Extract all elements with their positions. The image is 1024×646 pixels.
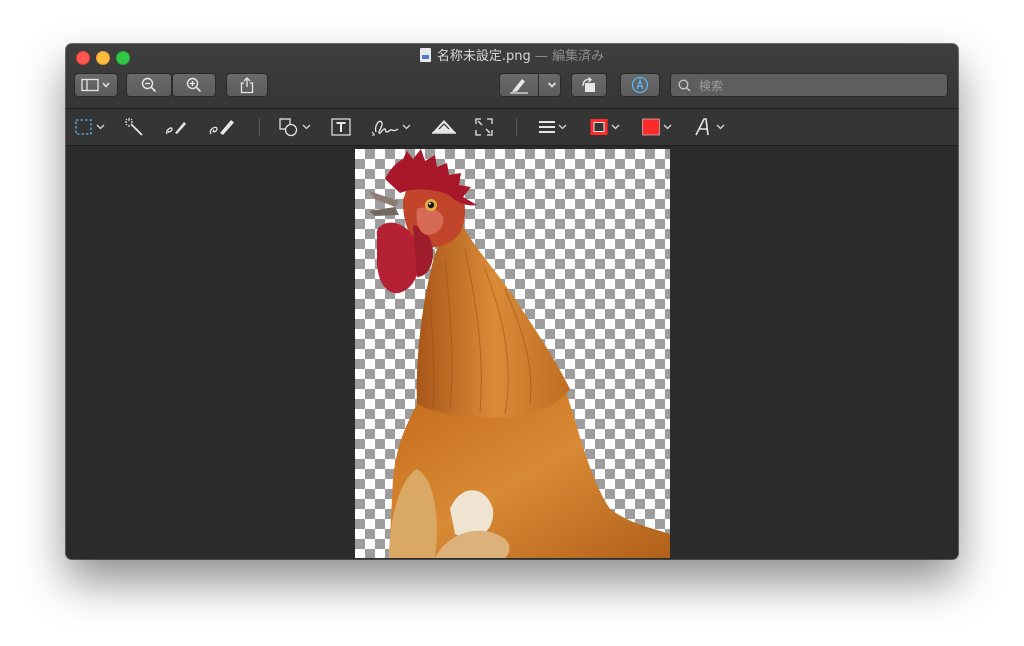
signature-icon <box>371 120 399 136</box>
image-canvas <box>66 146 958 559</box>
adjust-color-icon <box>432 120 456 134</box>
sketch-icon <box>166 122 186 135</box>
search-input[interactable] <box>697 76 941 96</box>
rectangular-selection-icon <box>75 119 92 135</box>
shapes-tool[interactable] <box>278 116 311 138</box>
line-style-icon <box>539 121 555 133</box>
instant-alpha-icon <box>125 118 143 136</box>
rotate-button[interactable] <box>571 73 607 97</box>
fill-color-tool[interactable] <box>641 116 672 138</box>
share-button[interactable] <box>226 73 268 97</box>
highlight-button[interactable] <box>499 73 561 97</box>
window-title: 名称未設定.png — 編集済み <box>66 48 958 66</box>
rotate-left-icon <box>582 76 595 92</box>
document-icon <box>419 48 431 62</box>
zoom-out-button[interactable] <box>126 73 172 97</box>
adjust-color-tool[interactable] <box>430 116 458 138</box>
instant-alpha-tool[interactable] <box>124 116 146 138</box>
zoom-in-icon <box>186 77 202 93</box>
text-box-icon <box>331 118 351 136</box>
chevron-down-icon <box>96 124 105 130</box>
border-color-icon <box>590 119 608 135</box>
selection-tool[interactable] <box>74 116 105 138</box>
title-bar: 名称未設定.png — 編集済み <box>66 44 958 109</box>
chevron-down-icon[interactable] <box>547 81 557 89</box>
chevron-down-icon <box>558 124 567 130</box>
text-style-icon <box>695 118 709 136</box>
sidebar-icon <box>81 78 110 92</box>
highlighter-icon <box>510 79 528 94</box>
text-tool[interactable] <box>330 116 352 138</box>
markup-toolbar <box>66 109 958 146</box>
chevron-down-icon <box>302 124 311 130</box>
search-icon <box>678 79 691 92</box>
shapes-icon <box>279 118 298 137</box>
search-field[interactable] <box>670 73 948 97</box>
sketch-tool[interactable] <box>164 116 190 138</box>
adjust-size-tool[interactable] <box>474 116 494 138</box>
preview-window: 名称未設定.png — 編集済み <box>66 44 958 559</box>
zoom-in-button[interactable] <box>172 73 216 97</box>
signature-tool[interactable] <box>370 116 411 138</box>
chevron-down-icon <box>611 124 620 130</box>
markup-icon <box>631 76 649 94</box>
markup-toolbar-button[interactable] <box>620 73 660 97</box>
toolbar-separator <box>516 118 517 136</box>
adjust-size-icon <box>475 118 493 136</box>
chevron-down-icon <box>402 124 411 130</box>
rooster-image <box>369 149 670 558</box>
zoom-out-icon <box>141 77 157 93</box>
chevron-down-icon <box>663 124 672 130</box>
fill-color-icon <box>642 118 660 136</box>
text-style-tool[interactable] <box>694 116 725 138</box>
window-filename: 名称未設定.png <box>436 49 531 64</box>
edited-status: — 編集済み <box>534 49 605 64</box>
toolbar-separator <box>259 118 260 136</box>
line-style-tool[interactable] <box>538 116 567 138</box>
border-color-tool[interactable] <box>589 116 620 138</box>
draw-icon <box>209 120 234 135</box>
chevron-down-icon <box>716 124 725 130</box>
edited-image[interactable] <box>355 149 670 558</box>
share-icon <box>240 76 254 93</box>
draw-tool[interactable] <box>208 116 236 138</box>
sidebar-view-button[interactable] <box>74 73 118 97</box>
